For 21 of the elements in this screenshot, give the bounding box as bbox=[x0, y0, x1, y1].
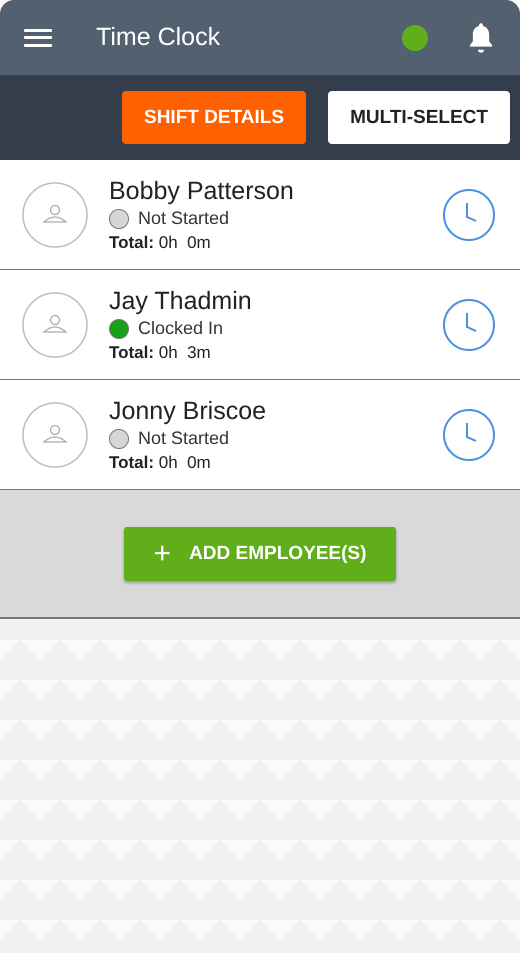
total-time: Total: 0h 3m bbox=[109, 343, 212, 363]
avatar-icon bbox=[22, 182, 88, 248]
employee-row[interactable]: Jay Thadmin Clocked In Total: 0h 3m bbox=[0, 270, 520, 380]
multi-select-button[interactable]: MULTI-SELECT bbox=[328, 91, 510, 144]
employee-row[interactable]: Bobby Patterson Not Started Total: 0h 0m bbox=[0, 160, 520, 270]
clock-button[interactable] bbox=[442, 188, 496, 242]
status-label: Not Started bbox=[138, 428, 230, 449]
status-label: Clocked In bbox=[138, 318, 224, 339]
employee-name: Bobby Patterson bbox=[109, 176, 295, 206]
clock-button[interactable] bbox=[442, 408, 496, 462]
clock-button[interactable] bbox=[442, 298, 496, 352]
total-time: Total: 0h 0m bbox=[109, 233, 212, 253]
total-time: Total: 0h 0m bbox=[109, 453, 212, 473]
avatar-icon bbox=[22, 402, 88, 468]
employee-row[interactable]: Jonny Briscoe Not Started Total: 0h 0m bbox=[0, 380, 520, 490]
employee-name: Jay Thadmin bbox=[109, 286, 253, 316]
menu-button[interactable] bbox=[24, 26, 52, 48]
avatar-icon bbox=[22, 292, 88, 358]
page-title: Time Clock bbox=[96, 23, 222, 52]
status-label: Not Started bbox=[138, 208, 230, 229]
employee-name: Jonny Briscoe bbox=[109, 396, 268, 426]
